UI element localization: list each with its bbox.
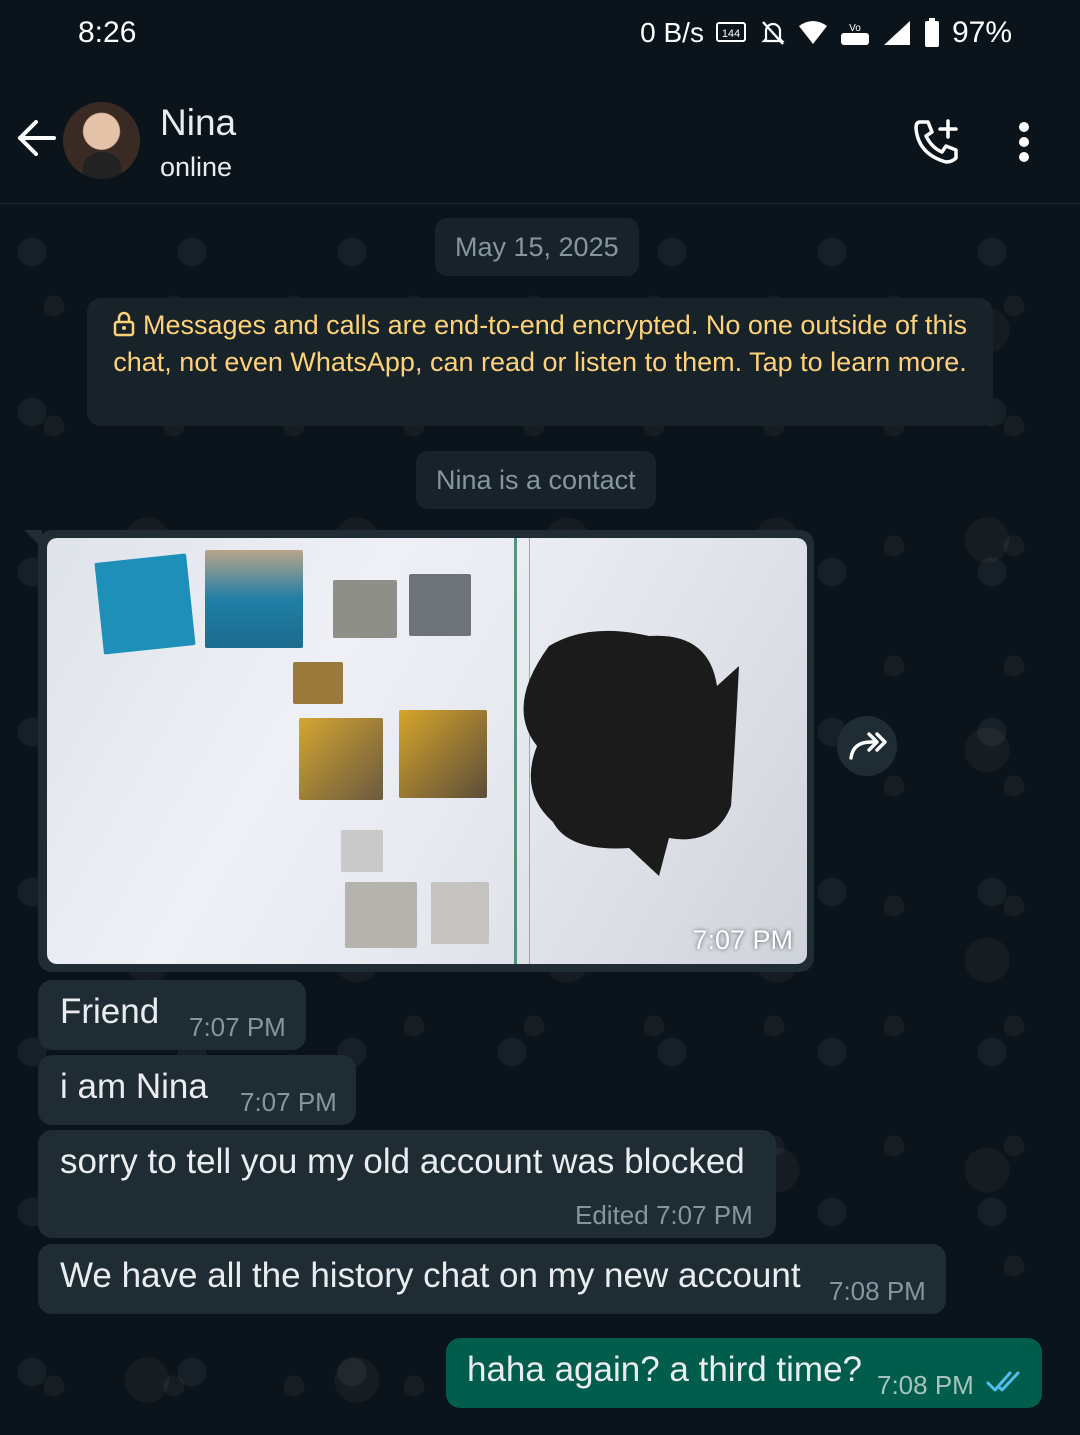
photo-thumbnail bbox=[399, 710, 487, 798]
message-photo[interactable]: 7:07 PM bbox=[47, 538, 807, 964]
forward-button[interactable] bbox=[837, 716, 897, 776]
message-text: haha again? a third time? bbox=[467, 1350, 862, 1389]
outgoing-message[interactable]: haha again? a third time? 7:08 PM bbox=[446, 1338, 1042, 1408]
battery-icon bbox=[924, 18, 940, 48]
photo-thumbnail bbox=[293, 662, 343, 704]
status-icons: 0 B/s 144 Vo 97% bbox=[640, 16, 1012, 50]
wifi-icon bbox=[798, 20, 828, 46]
chat-header: Nina online bbox=[0, 72, 1080, 204]
incoming-message[interactable]: sorry to tell you my old account was blo… bbox=[38, 1130, 776, 1238]
redaction-blot bbox=[523, 630, 739, 876]
incoming-message[interactable]: Friend 7:07 PM bbox=[38, 980, 306, 1050]
photo-thumbnail bbox=[299, 718, 383, 800]
lock-icon bbox=[113, 311, 135, 345]
photo-thumbnail bbox=[345, 882, 417, 948]
refresh-rate-icon: 144 bbox=[715, 20, 748, 46]
message-time: 7:07 PM bbox=[240, 1087, 337, 1117]
bubble-tail bbox=[24, 530, 42, 548]
status-bar: 8:26 0 B/s 144 Vo 97% bbox=[0, 0, 1080, 72]
photo-thumbnail bbox=[431, 882, 489, 944]
more-vert-icon[interactable] bbox=[1018, 122, 1030, 167]
chat-area[interactable]: May 15, 2025 Messages and calls are end-… bbox=[0, 204, 1080, 1435]
volte-icon: Vo bbox=[840, 19, 870, 47]
mute-icon bbox=[760, 19, 786, 47]
forward-icon bbox=[849, 732, 887, 760]
contact-name[interactable]: Nina bbox=[160, 102, 236, 144]
read-receipt-icon bbox=[986, 1371, 1020, 1392]
photo-thumbnail bbox=[94, 553, 196, 655]
refresh-rate-value: 144 bbox=[722, 28, 740, 40]
contact-chip: Nina is a contact bbox=[416, 451, 656, 509]
message-text: We have all the history chat on my new a… bbox=[60, 1256, 801, 1295]
photo-thumbnail bbox=[333, 580, 397, 638]
photo-thumbnail bbox=[205, 550, 303, 648]
signal-icon bbox=[882, 19, 912, 47]
message-text: i am Nina bbox=[60, 1067, 208, 1106]
add-call-icon[interactable] bbox=[912, 118, 962, 169]
net-speed: 0 B/s bbox=[640, 17, 704, 48]
image-message[interactable]: 7:07 PM bbox=[24, 530, 814, 972]
message-time: 7:07 PM bbox=[189, 1012, 286, 1042]
status-time: 8:26 bbox=[78, 16, 137, 49]
back-arrow-icon[interactable] bbox=[16, 120, 56, 161]
message-text: sorry to tell you my old account was blo… bbox=[60, 1142, 745, 1181]
incoming-message[interactable]: We have all the history chat on my new a… bbox=[38, 1244, 946, 1314]
message-time: Edited 7:07 PM bbox=[575, 1200, 753, 1230]
date-chip: May 15, 2025 bbox=[435, 218, 639, 276]
photo-thumbnail bbox=[341, 830, 383, 872]
incoming-message[interactable]: i am Nina 7:07 PM bbox=[38, 1055, 356, 1125]
message-text: Friend bbox=[60, 992, 160, 1031]
message-time: 7:08 PM bbox=[877, 1370, 974, 1400]
contact-presence: online bbox=[160, 152, 233, 182]
message-time: 7:08 PM bbox=[829, 1276, 926, 1306]
svg-text:Vo: Vo bbox=[849, 23, 861, 34]
encryption-notice-text: Messages and calls are end-to-end encryp… bbox=[113, 310, 967, 377]
avatar[interactable] bbox=[63, 102, 140, 179]
encryption-notice[interactable]: Messages and calls are end-to-end encryp… bbox=[87, 298, 993, 426]
battery-percent: 97% bbox=[951, 16, 1012, 49]
photo-thumbnail bbox=[409, 574, 471, 636]
message-time: 7:07 PM bbox=[692, 925, 793, 955]
